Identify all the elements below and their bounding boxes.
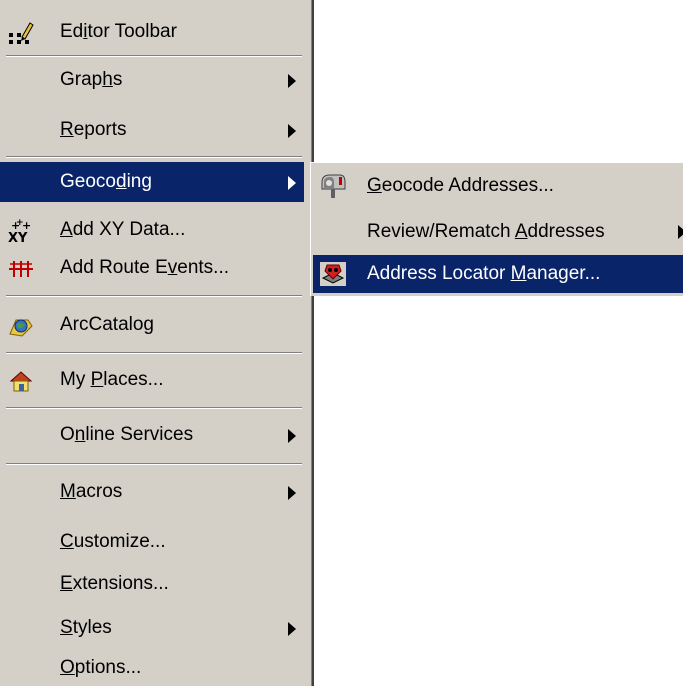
xy-data-icon: + + + XY: [8, 218, 34, 246]
geocoding-submenu: Geocode Addresses... Review/Rematch Addr…: [310, 162, 683, 296]
menu-item-label: Online Services: [60, 424, 194, 445]
submenu-item-review-rematch[interactable]: Review/Rematch Addresses: [313, 213, 683, 251]
menu-item-geocoding[interactable]: Geocoding: [0, 162, 304, 202]
submenu-arrow-icon: [288, 74, 296, 88]
menu-item-my-places[interactable]: My Places...: [0, 360, 304, 400]
menu-item-reports[interactable]: Reports: [0, 110, 304, 150]
menu-item-add-route-events[interactable]: Add Route Events...: [0, 248, 304, 288]
menu-item-editor-toolbar[interactable]: Editor Toolbar: [0, 12, 304, 52]
menu-item-label: Styles: [60, 617, 112, 638]
menu-item-label: Graphs: [60, 69, 123, 90]
submenu-arrow-icon: [678, 225, 683, 239]
menu-item-styles[interactable]: Styles: [0, 608, 304, 648]
menu-item-label: Extensions...: [60, 573, 169, 594]
menu-item-arccatalog[interactable]: ArcCatalog: [0, 305, 304, 345]
menu-separator: [6, 55, 302, 57]
menu-item-label: Add Route Events...: [60, 257, 229, 278]
menu-item-graphs[interactable]: Graphs: [0, 60, 304, 100]
arccatalog-icon: [8, 314, 34, 338]
menu-item-macros[interactable]: Macros: [0, 472, 304, 512]
submenu-item-locator-manager[interactable]: Address Locator Manager...: [313, 255, 683, 293]
menu-separator: [6, 352, 302, 354]
menu-separator: [6, 156, 302, 158]
route-events-icon: [8, 257, 34, 281]
menu-item-label: Macros: [60, 481, 123, 502]
menu-item-add-xy-data[interactable]: + + + XY Add XY Data...: [0, 210, 304, 250]
editor-pencil-icon: [8, 21, 34, 45]
submenu-arrow-icon: [288, 622, 296, 636]
menu-item-label: Add XY Data...: [60, 219, 186, 240]
menu-separator: [6, 407, 302, 409]
menu-item-label: My Places...: [60, 369, 164, 390]
submenu-arrow-icon: [288, 124, 296, 138]
menu-item-label: ArcCatalog: [60, 314, 154, 335]
home-icon: [8, 369, 34, 393]
menu-item-options[interactable]: Options...: [0, 648, 304, 688]
submenu-item-geocode-addresses[interactable]: Geocode Addresses...: [313, 167, 683, 205]
menu-item-label: Editor Toolbar: [60, 21, 177, 42]
tools-menu: Editor Toolbar Graphs Reports Geocoding …: [0, 0, 314, 686]
address-locator-icon: [319, 261, 347, 287]
menu-item-label: Reports: [60, 119, 127, 140]
submenu-item-label: Address Locator Manager...: [367, 263, 601, 284]
menu-item-extensions[interactable]: Extensions...: [0, 564, 304, 604]
submenu-arrow-icon: [288, 429, 296, 443]
menu-item-label: Options...: [60, 657, 142, 678]
menu-item-label: Geocoding: [60, 171, 152, 192]
mailbox-icon: [319, 173, 347, 199]
menu-item-customize[interactable]: Customize...: [0, 522, 304, 562]
submenu-item-label: Review/Rematch Addresses: [367, 221, 605, 242]
submenu-arrow-icon: [288, 176, 296, 190]
svg-text:+: +: [16, 219, 24, 228]
submenu-item-label: Geocode Addresses...: [367, 175, 554, 196]
menu-item-online-services[interactable]: Online Services: [0, 415, 304, 455]
menu-item-label: Customize...: [60, 531, 166, 552]
menu-separator: [6, 463, 302, 465]
submenu-arrow-icon: [288, 486, 296, 500]
menu-separator: [6, 295, 302, 297]
svg-text:XY: XY: [8, 231, 28, 243]
